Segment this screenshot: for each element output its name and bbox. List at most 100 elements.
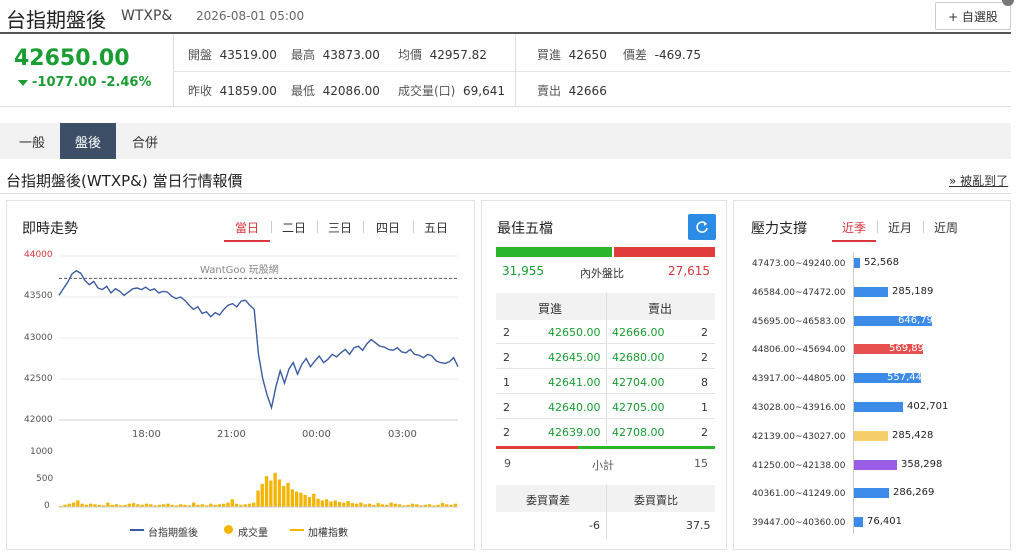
ask-sum-bar (578, 446, 715, 449)
price-range: 45695.00~46583.00 (752, 316, 846, 327)
volume-bar (303, 494, 307, 507)
price-line (58, 269, 459, 411)
volume-bar (316, 498, 320, 508)
pressure-bar (854, 517, 863, 528)
volume-bar (376, 503, 380, 507)
refresh-button[interactable] (688, 214, 716, 240)
legend-dot-icon (224, 525, 233, 534)
volume-bar (286, 482, 290, 507)
pressure-bar (854, 459, 897, 470)
bid-qty: 1 (503, 376, 510, 389)
add-watchlist-label: + 自選股 (948, 9, 998, 24)
pressure-bar (854, 488, 889, 499)
spread-stat: 價差 -469.75 (623, 48, 701, 62)
pressure-value: 402,701 (907, 401, 949, 412)
volume-bar (359, 502, 363, 507)
bid-qty: 2 (503, 401, 510, 414)
order-book-title: 最佳五檔 (497, 221, 553, 237)
volume-bar (333, 500, 337, 507)
bid-qty: 2 (503, 351, 510, 364)
pressure-value: 358,298 (901, 458, 943, 470)
volume-bar (290, 489, 294, 507)
pressure-bar (854, 402, 903, 412)
more-link[interactable]: » 被亂到了 (949, 172, 1008, 189)
volume-bar (312, 493, 316, 507)
pressure-title: 壓力支撐 (751, 221, 807, 237)
bid-header: 買進 (538, 302, 563, 316)
order-ratio: 37.5 (686, 519, 711, 532)
legend-line-icon (130, 529, 144, 531)
volume-bar (346, 500, 350, 507)
volume-bar (440, 503, 445, 507)
ask-ratio-bar (614, 247, 715, 257)
volume-bar (342, 502, 346, 507)
ask-price: 42705.00 (612, 401, 665, 414)
volume-bar (256, 490, 260, 507)
volume-bar (71, 502, 76, 507)
ask-qty: 2 (701, 326, 708, 339)
volume-bar (325, 499, 329, 507)
pressure-value: 646,791 (898, 314, 940, 326)
price-range: 46584.00~47472.00 (752, 287, 846, 298)
sum-bid: 9 (504, 457, 511, 470)
bid-price: 42639.00 (548, 426, 601, 439)
pressure-bar (854, 430, 888, 441)
ask-price: 42708.00 (612, 426, 665, 439)
price-range: 42139.00~43027.00 (752, 431, 846, 442)
pressure-value: 52,568 (864, 257, 899, 268)
bid-qty: 2 (503, 326, 510, 339)
pressure-bar (854, 258, 860, 268)
volume-bar (389, 502, 393, 507)
ratio-label: 內外盤比 (580, 267, 624, 280)
ask-price: 42680.00 (612, 351, 665, 364)
pressure-value: 285,428 (892, 429, 934, 441)
order-diff: -6 (589, 519, 600, 532)
volume-bar (307, 497, 312, 507)
tab-month[interactable]: 近月 (878, 219, 922, 236)
divider (606, 485, 607, 539)
pressure-value: 76,401 (867, 516, 902, 528)
price-range: 41250.00~42138.00 (752, 460, 846, 471)
volume-bar (264, 476, 269, 507)
divider (496, 368, 715, 369)
bid-qty: 2 (503, 426, 510, 439)
refresh-icon (696, 221, 708, 233)
ask-qty: 1 (701, 401, 708, 414)
tab-week[interactable]: 近周 (924, 219, 968, 236)
price-range: 43917.00~44805.00 (752, 374, 846, 385)
ask-qty: 2 (701, 426, 708, 439)
bid-stat: 買進 42650 (537, 48, 607, 62)
pressure-value: 557,445 (887, 372, 929, 384)
volume-bar (277, 479, 282, 507)
legend-line-icon (290, 529, 304, 531)
add-watchlist-button[interactable]: + 自選股 (935, 2, 1011, 30)
divider (496, 418, 715, 419)
ask-price: 42704.00 (612, 376, 665, 389)
tab-quarter[interactable]: 近季 (832, 219, 876, 236)
bid-price: 42650.00 (548, 326, 601, 339)
volume-bar (106, 502, 110, 507)
ask-stat: 賣出 42666 (537, 84, 607, 98)
sum-label: 小計 (592, 459, 614, 472)
legend-price: 台指期盤後 (148, 528, 198, 539)
ask-header: 賣出 (648, 302, 673, 316)
volume-bar (299, 492, 303, 507)
diff-label: 委買賣差 (526, 494, 570, 507)
price-range: 44806.00~45694.00 (752, 345, 846, 356)
volume-bar (295, 491, 299, 507)
divider (606, 293, 607, 445)
volume-bar (252, 502, 256, 507)
divider (515, 34, 516, 107)
pressure-value: 569,899 (889, 343, 931, 355)
ask-price: 42666.00 (612, 326, 665, 339)
price-chart (58, 255, 459, 508)
bid-price: 42641.00 (548, 376, 601, 389)
price-range: 39447.00~40360.00 (752, 518, 846, 529)
volume-bar (192, 502, 196, 507)
volume-bar (273, 472, 277, 507)
volume-bar (230, 499, 234, 507)
ask-total: 27,615 (668, 264, 710, 278)
volume-bar (226, 502, 230, 507)
legend-volume: 成交量 (238, 528, 268, 539)
ratio2-label: 委買賣比 (634, 494, 678, 507)
